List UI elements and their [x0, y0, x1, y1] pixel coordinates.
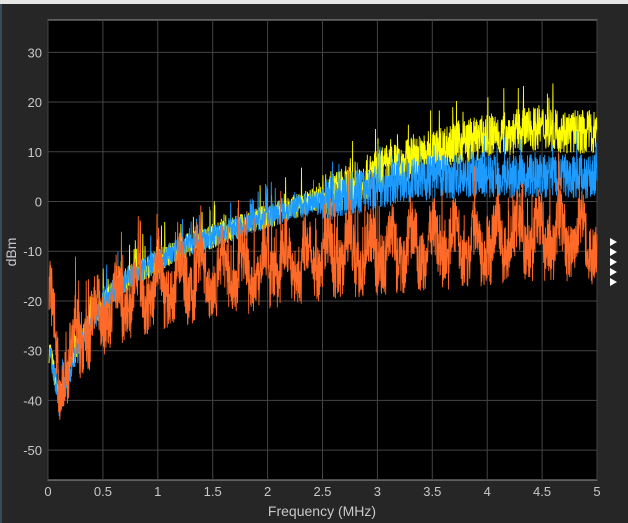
- marker-arrow-icon[interactable]: [610, 278, 617, 286]
- y-tick-label: -50: [23, 443, 42, 458]
- y-tick-label: 10: [28, 145, 42, 160]
- marker-arrow-icon[interactable]: [610, 248, 617, 256]
- y-tick-label: 0: [35, 195, 42, 210]
- spectrum-chart: 0 0.5 1 1.5 2 2.5 3 3.5 4 4.5 5 -50 -40 -30 -20 -10 0 10…: [3, 19, 601, 519]
- marker-arrow-icon[interactable]: [610, 258, 617, 266]
- x-tick-label: 3: [374, 484, 381, 499]
- y-tick-label: 20: [28, 95, 42, 110]
- x-tick-label: 3.5: [423, 484, 441, 499]
- x-tick-label: 0: [44, 484, 51, 499]
- x-ticks: 0 0.5 1 1.5 2 2.5 3 3.5 4 4.5 5: [44, 484, 600, 499]
- x-tick-label: 4.5: [533, 484, 551, 499]
- x-tick-label: 2: [264, 484, 271, 499]
- y-tick-label: -40: [23, 393, 42, 408]
- x-tick-label: 1: [154, 484, 161, 499]
- y-tick-label: -10: [23, 244, 42, 259]
- channel-markers[interactable]: [610, 238, 620, 288]
- x-tick-label: 1.5: [204, 484, 222, 499]
- y-tick-label: 30: [28, 45, 42, 60]
- y-ticks: -50 -40 -30 -20 -10 0 10 20 30: [23, 45, 42, 458]
- x-tick-label: 0.5: [94, 484, 112, 499]
- y-tick-label: -20: [23, 294, 42, 309]
- y-tick-label: -30: [23, 344, 42, 359]
- x-axis-label: Frequency (MHz): [268, 503, 376, 519]
- x-tick-label: 2.5: [313, 484, 331, 499]
- y-axis-label: dBm: [3, 238, 19, 267]
- x-tick-label: 5: [593, 484, 600, 499]
- marker-arrow-icon[interactable]: [610, 238, 617, 246]
- x-tick-label: 4: [484, 484, 491, 499]
- marker-arrow-icon[interactable]: [610, 268, 617, 276]
